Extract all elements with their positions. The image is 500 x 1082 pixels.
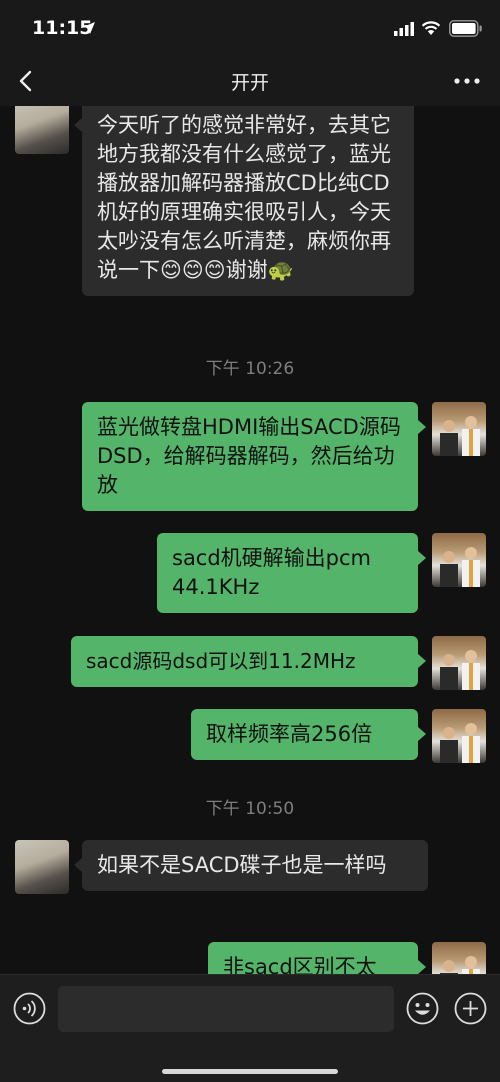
battery-icon bbox=[449, 20, 482, 37]
voice-icon[interactable] bbox=[13, 992, 46, 1025]
timestamp: 下午 10:26 bbox=[205, 359, 295, 379]
contact-avatar[interactable] bbox=[15, 106, 69, 154]
message-text: 如果不是SACD碟子也是一样吗 bbox=[97, 853, 387, 877]
signal-icon bbox=[394, 22, 414, 36]
bubble-tail bbox=[74, 858, 82, 872]
bubble-tail bbox=[418, 960, 426, 974]
my-avatar[interactable] bbox=[432, 402, 486, 456]
message-input[interactable] bbox=[58, 986, 394, 1032]
timestamp: 下午 10:50 bbox=[205, 799, 295, 819]
message-text: sacd源码dsd可以到11.2MHz bbox=[86, 649, 356, 673]
message-bubble-outgoing[interactable]: sacd机硬解输出pcm 44.1KHz bbox=[157, 533, 418, 613]
message-bubble-outgoing[interactable]: sacd源码dsd可以到11.2MHz bbox=[71, 636, 418, 687]
message-bubble-incoming[interactable]: 今天听了的感觉非常好，去其它地方我都没有什么感觉了，蓝光播放器加解码器播放CD比… bbox=[82, 106, 414, 296]
input-bar bbox=[0, 974, 500, 1082]
message-text: 取样频率高256倍 bbox=[206, 722, 373, 746]
wifi-icon bbox=[421, 21, 441, 35]
message-bubble-outgoing[interactable]: 取样频率高256倍 bbox=[191, 709, 418, 760]
my-avatar[interactable] bbox=[432, 533, 486, 587]
chat-title: 开开 bbox=[230, 72, 269, 94]
message-text: 今天听了的感觉非常好，去其它地方我都没有什么感觉了，蓝光播放器加解码器播放CD比… bbox=[97, 113, 391, 282]
wechat-chat-screen: 11:15 开开 今天听了的感觉非常好，去其它地方我都没有什么感觉了，蓝光播放器… bbox=[0, 0, 500, 1082]
bubble-tail bbox=[418, 551, 426, 565]
contact-avatar[interactable] bbox=[15, 840, 69, 894]
nav-bar: 开开 bbox=[0, 58, 500, 106]
my-avatar[interactable] bbox=[432, 942, 486, 974]
status-bar: 11:15 bbox=[0, 0, 500, 58]
more-dots-icon[interactable] bbox=[452, 74, 482, 88]
message-text: 蓝光做转盘HDMI输出SACD源码DSD，给解码器解码，然后给功放 bbox=[97, 415, 401, 497]
my-avatar[interactable] bbox=[432, 709, 486, 763]
bubble-tail bbox=[418, 420, 426, 434]
plus-icon[interactable] bbox=[454, 992, 487, 1025]
bubble-tail bbox=[418, 654, 426, 668]
location-arrow-icon bbox=[83, 22, 95, 34]
bubble-tail bbox=[74, 118, 82, 132]
home-indicator[interactable] bbox=[162, 1069, 338, 1074]
my-avatar[interactable] bbox=[432, 636, 486, 690]
message-bubble-incoming[interactable]: 如果不是SACD碟子也是一样吗 bbox=[82, 840, 428, 891]
message-text: sacd机硬解输出pcm 44.1KHz bbox=[172, 546, 372, 599]
message-list[interactable]: 今天听了的感觉非常好，去其它地方我都没有什么感觉了，蓝光播放器加解码器播放CD比… bbox=[0, 106, 500, 974]
bubble-tail bbox=[418, 727, 426, 741]
emoji-icon[interactable] bbox=[406, 992, 439, 1025]
message-text: 非sacd区别不太 bbox=[223, 955, 377, 974]
message-bubble-outgoing[interactable]: 非sacd区别不太 bbox=[208, 942, 418, 974]
message-bubble-outgoing[interactable]: 蓝光做转盘HDMI输出SACD源码DSD，给解码器解码，然后给功放 bbox=[82, 402, 418, 511]
